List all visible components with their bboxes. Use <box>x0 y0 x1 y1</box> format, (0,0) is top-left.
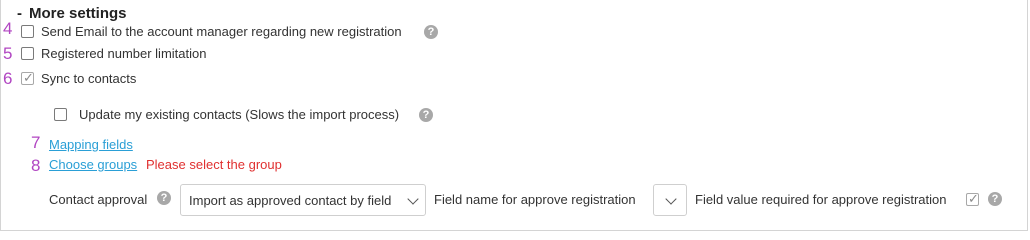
help-icon[interactable]: ? <box>419 108 433 122</box>
contact-approval-select[interactable]: Import as approved contact by field <box>180 184 426 216</box>
contact-approval-label: Contact approval <box>49 192 148 207</box>
send-email-label: Send Email to the account manager regard… <box>41 24 402 39</box>
choose-groups-link[interactable]: Choose groups <box>49 157 137 172</box>
chevron-down-icon <box>407 193 419 205</box>
update-contacts-label: Update my existing contacts (Slows the i… <box>79 107 400 122</box>
check-icon: ✓ <box>23 70 34 85</box>
mapping-fields-link[interactable]: Mapping fields <box>49 137 133 152</box>
help-icon[interactable]: ? <box>157 191 171 205</box>
sync-contacts-label: Sync to contacts <box>41 71 137 86</box>
collapse-icon[interactable]: - <box>17 5 22 22</box>
help-icon[interactable]: ? <box>424 25 438 39</box>
step-number-8: 8 <box>31 156 41 175</box>
help-icon[interactable]: ? <box>988 192 1002 206</box>
step-number-7: 7 <box>31 133 41 152</box>
field-name-label: Field name for approve registration <box>434 192 636 207</box>
registered-limit-label: Registered number limitation <box>41 46 207 61</box>
check-icon: ✓ <box>968 191 979 206</box>
step-number-6: 6 <box>3 69 13 88</box>
section-heading[interactable]: - More settings <box>17 5 127 22</box>
step-number-4: 4 <box>3 19 13 38</box>
send-email-checkbox[interactable] <box>21 25 34 38</box>
registered-limit-checkbox[interactable] <box>21 47 34 60</box>
section-title: More settings <box>29 5 127 22</box>
field-value-checkbox[interactable]: ✓ <box>966 191 979 206</box>
step-number-5: 5 <box>3 44 13 63</box>
field-name-select[interactable] <box>653 184 687 216</box>
group-error-message: Please select the group <box>146 157 282 172</box>
chevron-down-icon <box>665 193 677 205</box>
sync-contacts-checkbox[interactable]: ✓ <box>21 70 34 85</box>
contact-approval-value: Import as approved contact by field <box>189 193 392 208</box>
update-contacts-checkbox[interactable] <box>54 108 67 121</box>
more-settings-panel: - More settings 4 Send Email to the accou… <box>0 0 1028 231</box>
field-value-label: Field value required for approve registr… <box>695 192 947 207</box>
